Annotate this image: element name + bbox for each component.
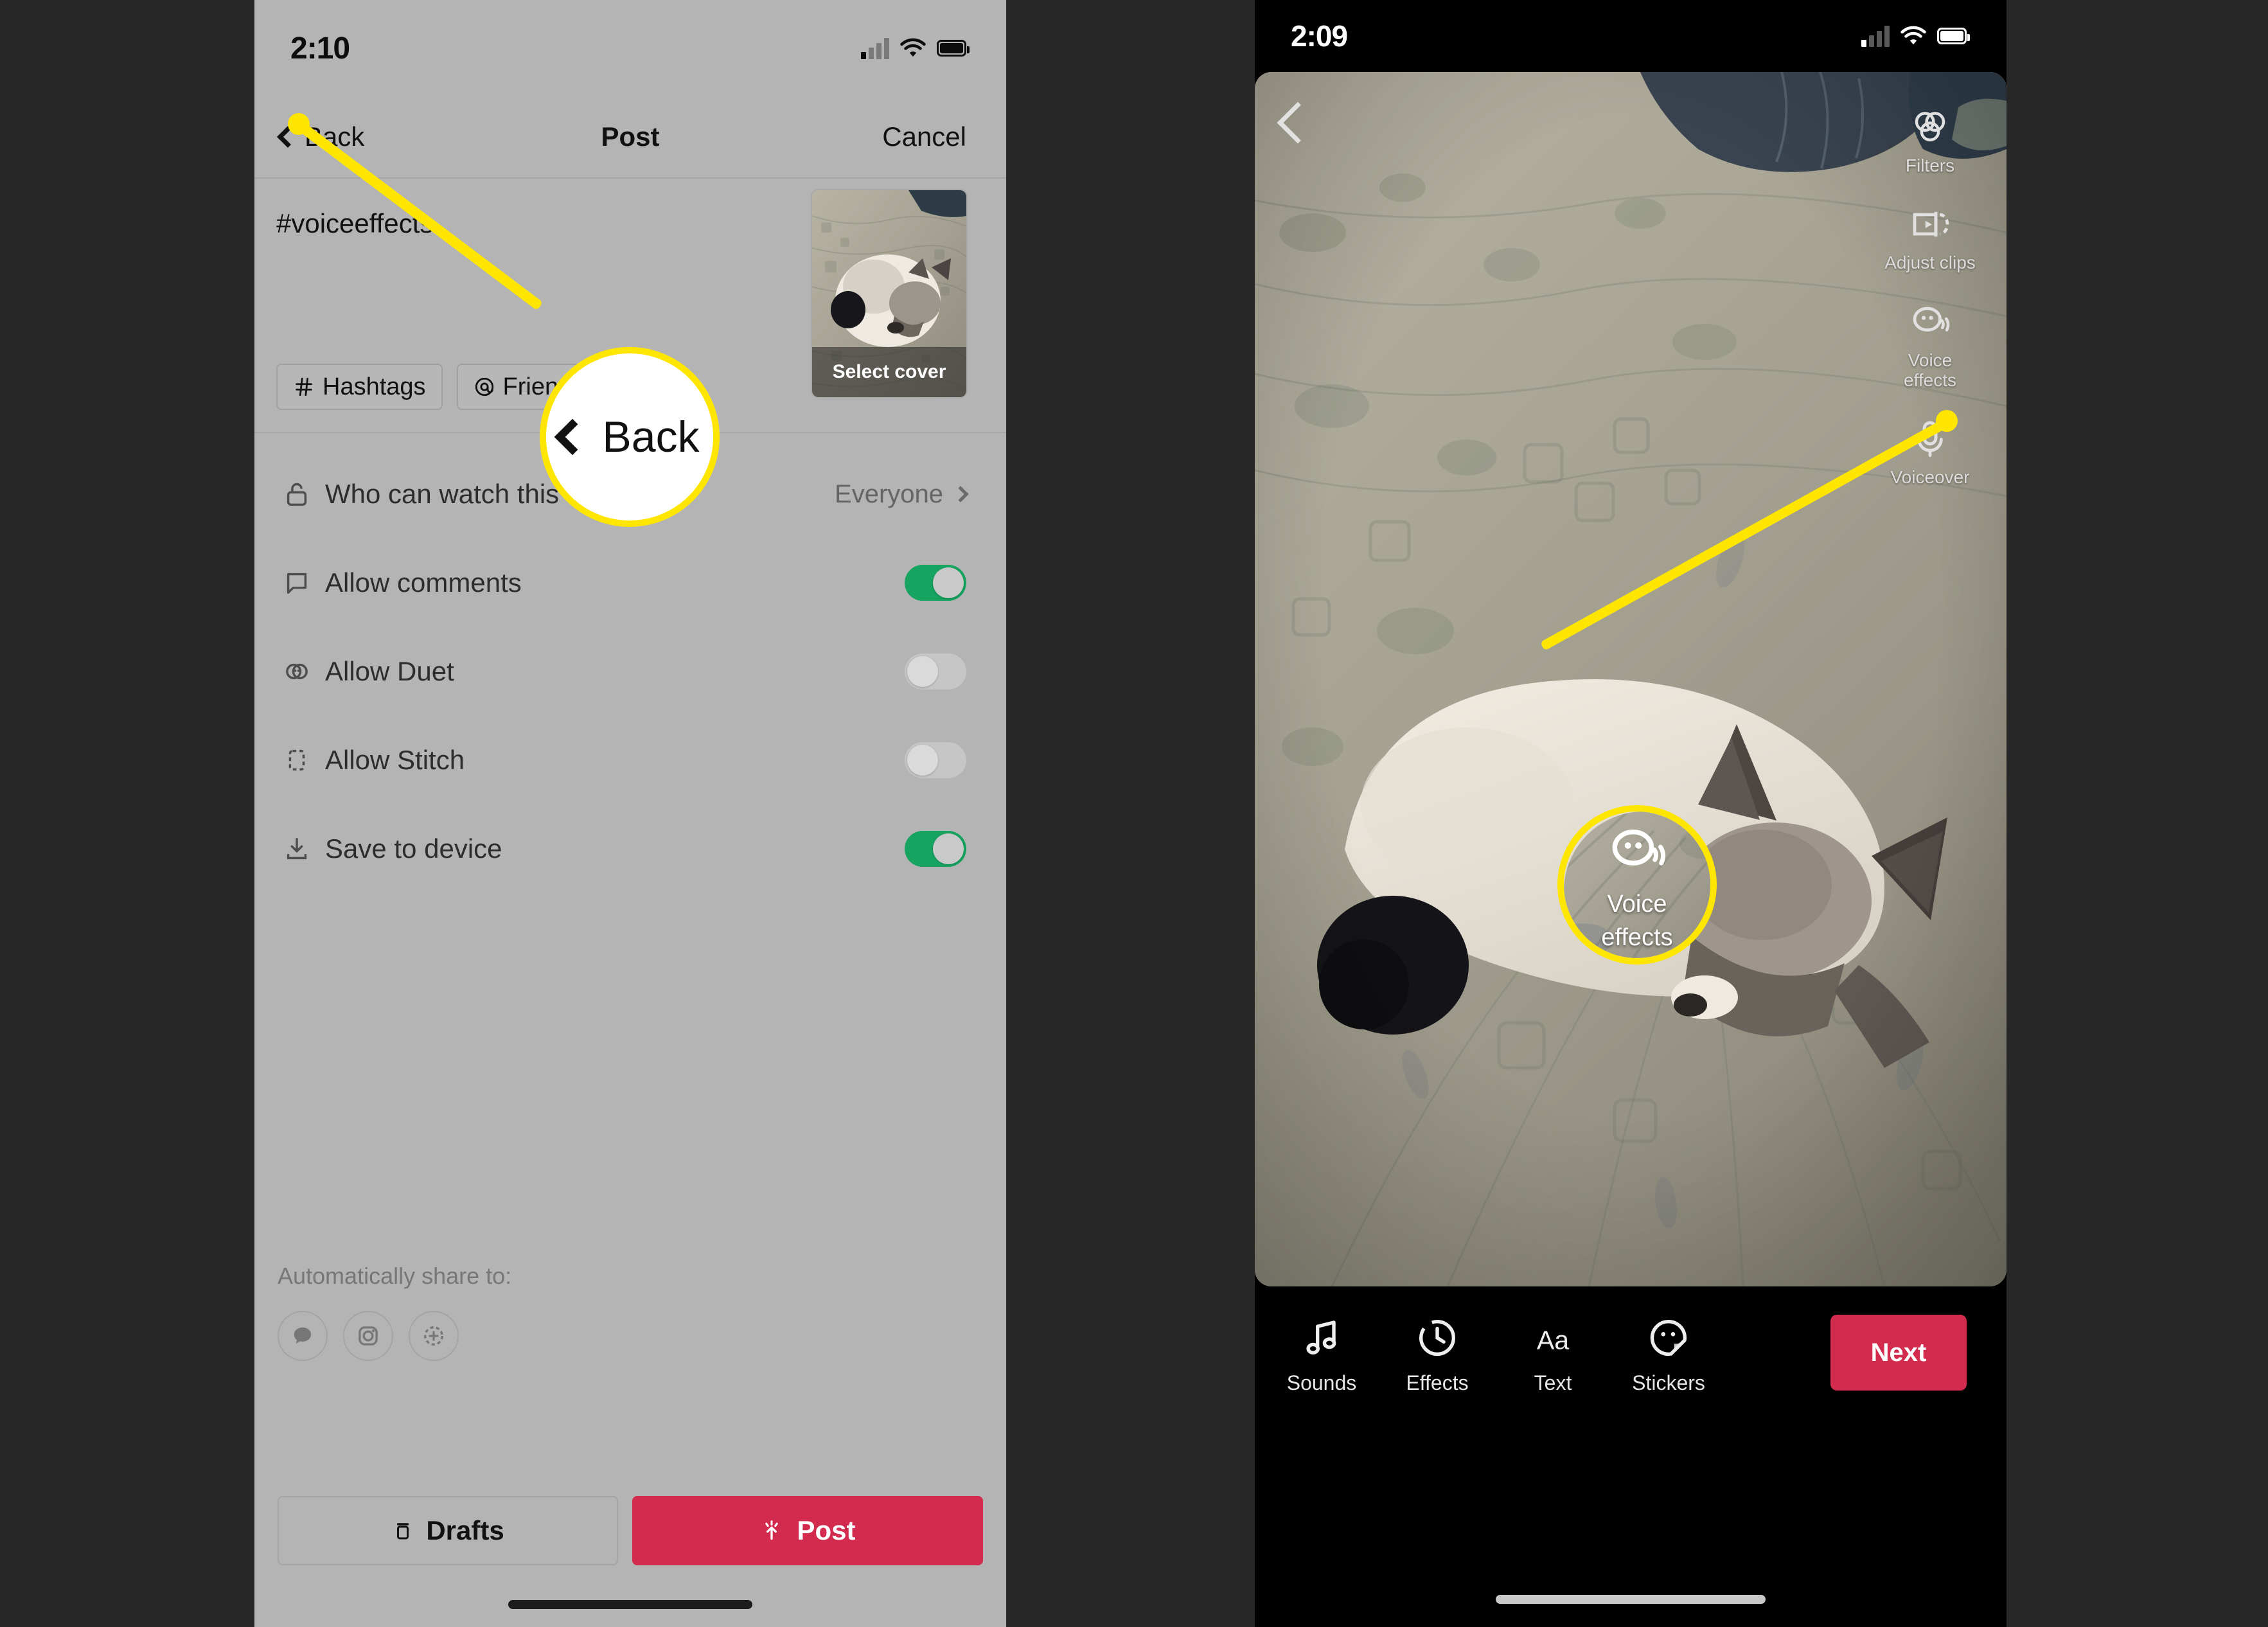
chevron-left-icon — [554, 418, 591, 456]
stitch-icon — [278, 745, 316, 775]
wifi-icon — [900, 38, 926, 57]
select-cover-label: Select cover — [812, 347, 966, 397]
status-indicators — [861, 37, 970, 59]
callout-bubble-voice-effects: Voice effects — [1557, 805, 1717, 965]
unlock-icon — [278, 479, 316, 509]
post-button-label: Post — [797, 1515, 856, 1545]
battery-full-icon — [1937, 28, 1970, 44]
callout-voice-effects-label-line2: effects — [1601, 924, 1673, 951]
bottom-tool-effects-label: Effects — [1406, 1371, 1469, 1394]
bottom-tool-stickers-label: Stickers — [1632, 1371, 1705, 1394]
video-preview[interactable]: Filters Adjust clips Voice effects Voice… — [1255, 72, 2007, 1286]
home-indicator — [508, 1600, 752, 1609]
battery-full-icon — [937, 40, 970, 57]
save-to-device-toggle[interactable] — [905, 831, 966, 867]
voice-effects-icon — [1612, 830, 1666, 866]
allow-stitch-toggle[interactable] — [905, 742, 966, 778]
who-can-watch-value: Everyone — [835, 479, 943, 508]
wifi-icon — [1900, 26, 1926, 45]
setting-label: Save to device — [325, 833, 502, 864]
next-button[interactable]: Next — [1830, 1315, 1967, 1391]
drafts-button[interactable]: Drafts — [278, 1496, 618, 1565]
tool-voiceover-label: Voiceover — [1890, 467, 1970, 488]
left-nav-bar: Back Post Cancel — [254, 96, 1006, 179]
message-bubble-icon — [294, 1327, 312, 1344]
callout-voice-effects-content: Voice effects — [1564, 812, 1710, 958]
bottom-tool-stickers[interactable]: Stickers — [1629, 1313, 1708, 1395]
sticker-face-icon — [1650, 1319, 1687, 1356]
music-note-icon — [1306, 1320, 1336, 1355]
instagram-icon — [359, 1326, 378, 1346]
adjust-clips-icon — [1913, 212, 1949, 237]
tool-filters[interactable]: Filters — [1875, 104, 1985, 175]
caption-section: #voiceeffects Select cover — [254, 179, 1006, 397]
download-icon — [278, 834, 316, 864]
bottom-tool-sounds[interactable]: Sounds — [1282, 1313, 1361, 1395]
action-buttons: Drafts Post — [278, 1496, 983, 1565]
at-icon — [475, 377, 493, 396]
hashtags-chip-label: Hashtags — [323, 373, 426, 400]
select-cover-thumbnail[interactable]: Select cover — [812, 190, 966, 397]
setting-row-allow-duet[interactable]: Allow Duet — [254, 627, 1006, 716]
share-target-message[interactable] — [278, 1311, 328, 1361]
callout-back-label: Back — [602, 413, 700, 461]
effects-clock-icon — [1419, 1319, 1456, 1356]
left-status-bar: 2:10 — [254, 0, 1006, 96]
svg-text:Aa: Aa — [1537, 1326, 1569, 1355]
bottom-tool-text-label: Text — [1534, 1371, 1572, 1394]
tool-adjust-clips[interactable]: Adjust clips — [1875, 201, 1985, 272]
bottom-tool-effects[interactable]: Effects — [1397, 1313, 1477, 1395]
share-section-label: Automatically share to: — [278, 1263, 512, 1289]
right-bottom-toolbar: Sounds Effects Aa Text Stickers Next — [1255, 1286, 2007, 1627]
left-phone-post-screen: 2:10 Back Post Cancel #voiceeffects Sele… — [254, 0, 1006, 1627]
tool-filters-label: Filters — [1905, 156, 1955, 175]
tool-voice-effects[interactable]: Voice effects — [1875, 299, 1985, 391]
setting-label: Allow Duet — [325, 656, 454, 686]
share-targets — [278, 1311, 459, 1361]
setting-label: Allow comments — [325, 567, 522, 598]
cellular-bars-icon — [1861, 25, 1890, 47]
share-target-add-more[interactable] — [409, 1311, 459, 1361]
bottom-tool-list: Sounds Effects Aa Text Stickers — [1282, 1313, 1708, 1395]
add-more-icon — [424, 1326, 443, 1346]
bottom-tool-sounds-label: Sounds — [1286, 1371, 1357, 1394]
drafts-icon — [397, 1523, 409, 1540]
home-indicator — [1496, 1595, 1766, 1604]
setting-row-save-to-device[interactable]: Save to device — [254, 805, 1006, 893]
allow-comments-toggle[interactable] — [905, 565, 966, 601]
post-upload-icon — [765, 1520, 779, 1540]
post-button[interactable]: Post — [632, 1496, 983, 1565]
filters-icon — [1915, 112, 1945, 142]
setting-value[interactable]: Everyone — [835, 479, 969, 509]
allow-duet-toggle[interactable] — [905, 653, 966, 689]
hashtag-icon — [296, 377, 312, 396]
tool-voice-effects-label: Voice effects — [1904, 350, 1956, 391]
setting-label: Allow Stitch — [325, 745, 465, 775]
chevron-right-icon — [952, 486, 969, 502]
setting-row-allow-comments[interactable]: Allow comments — [254, 538, 1006, 627]
cancel-button[interactable]: Cancel — [882, 121, 966, 152]
cellular-bars-icon — [861, 37, 889, 59]
tool-adjust-clips-label: Adjust clips — [1884, 253, 1976, 273]
callout-back-content: Back — [554, 412, 700, 462]
share-target-instagram[interactable] — [343, 1311, 393, 1361]
comment-icon — [278, 568, 316, 598]
status-clock: 2:09 — [1291, 19, 1348, 53]
callout-bubble-back: Back — [540, 347, 720, 527]
voice-effects-icon — [1913, 307, 1950, 332]
hashtags-chip[interactable]: Hashtags — [276, 364, 443, 410]
setting-row-allow-stitch[interactable]: Allow Stitch — [254, 716, 1006, 805]
text-aa-icon: Aa — [1537, 1326, 1569, 1355]
screenshot-canvas: 2:10 Back Post Cancel #voiceeffects Sele… — [0, 0, 2268, 1627]
bottom-tool-text[interactable]: Aa Text — [1513, 1313, 1593, 1395]
duet-icon — [278, 657, 316, 686]
drafts-button-label: Drafts — [426, 1515, 504, 1545]
right-status-bar: 2:09 — [1255, 0, 2007, 72]
page-title: Post — [601, 121, 660, 152]
status-clock: 2:10 — [290, 31, 350, 66]
status-indicators — [1861, 25, 1970, 47]
callout-voice-effects-label-line1: Voice — [1607, 891, 1667, 918]
